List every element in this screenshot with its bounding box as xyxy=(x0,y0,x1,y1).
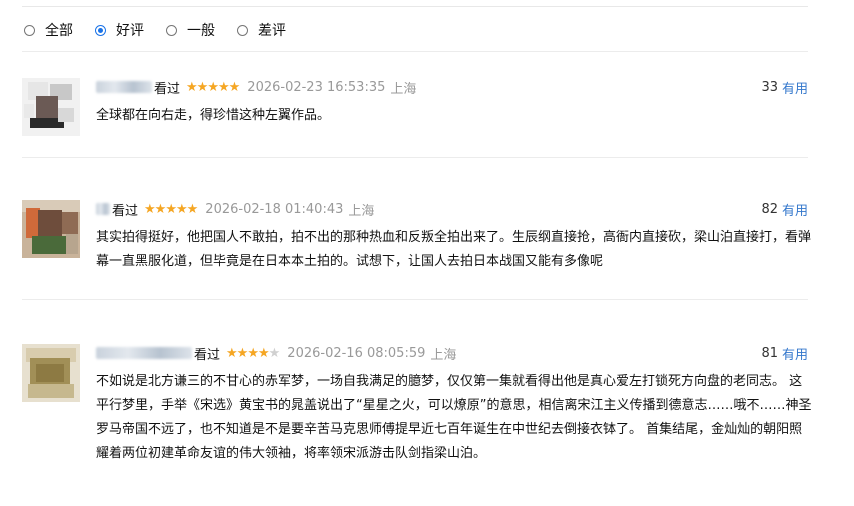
useful-button[interactable]: 有用 xyxy=(782,78,808,97)
comment-meta: 看过 ★★★★★ 2026-02-18 01:40:43 上海 xyxy=(96,200,375,219)
username-blurred[interactable] xyxy=(96,203,110,215)
useful-vote: 82 有用 xyxy=(761,200,808,219)
avatar[interactable] xyxy=(22,200,80,258)
filter-negative[interactable]: 差评 xyxy=(237,20,286,40)
useful-button[interactable]: 有用 xyxy=(782,200,808,219)
filter-neutral-label: 一般 xyxy=(187,23,215,39)
avatar[interactable] xyxy=(22,344,80,402)
useful-vote: 81 有用 xyxy=(761,344,808,363)
radio-icon[interactable] xyxy=(24,24,35,36)
filter-positive-label: 好评 xyxy=(116,23,144,39)
useful-button[interactable]: 有用 xyxy=(782,344,808,363)
useful-count: 81 xyxy=(761,345,778,361)
comment-meta: 看过 ★★★★★ 2026-02-23 16:53:35 上海 xyxy=(96,78,417,97)
filter-neutral[interactable]: 一般 xyxy=(166,20,215,40)
comment-location: 上海 xyxy=(430,347,457,363)
watched-label: 看过 xyxy=(194,347,221,363)
top-divider xyxy=(22,6,808,7)
useful-count: 33 xyxy=(761,79,778,95)
useful-vote: 33 有用 xyxy=(761,78,808,97)
rating-stars: ★★★★★ xyxy=(226,345,280,361)
divider xyxy=(22,157,808,158)
radio-icon[interactable] xyxy=(166,24,177,36)
comment-meta: 看过 ★★★★★ 2026-02-16 08:05:59 上海 xyxy=(96,344,457,363)
divider xyxy=(22,51,808,52)
avatar[interactable] xyxy=(22,78,80,136)
username-blurred[interactable] xyxy=(96,347,192,359)
comment-text: 其实拍得挺好，他把国人不敢拍，拍不出的那种热血和反叛全拍出来了。生辰纲直接抢，高… xyxy=(96,230,812,269)
filter-negative-label: 差评 xyxy=(258,23,286,39)
avatar-image xyxy=(22,200,80,258)
username-blurred[interactable] xyxy=(96,81,152,93)
comment-location: 上海 xyxy=(390,81,417,97)
filter-all[interactable]: 全部 xyxy=(24,20,73,40)
rating-stars: ★★★★★ xyxy=(186,79,240,95)
useful-count: 82 xyxy=(761,201,778,217)
comment-time: 2026-02-23 16:53:35 xyxy=(247,79,386,95)
comment-location: 上海 xyxy=(348,203,375,219)
filter-positive[interactable]: 好评 xyxy=(95,20,144,40)
avatar-image xyxy=(22,344,80,402)
comment-text: 不如说是北方谦三的不甘心的赤军梦，一场自我满足的臆梦，仅仅第一集就看得出他是真心… xyxy=(96,374,812,461)
rating-filter-group: 全部 好评 一般 差评 xyxy=(24,19,308,41)
watched-label: 看过 xyxy=(154,81,181,97)
rating-stars: ★★★★★ xyxy=(144,201,198,217)
comment-time: 2026-02-18 01:40:43 xyxy=(205,201,344,217)
filter-all-label: 全部 xyxy=(45,23,73,39)
divider xyxy=(22,299,808,300)
radio-icon[interactable] xyxy=(237,24,248,36)
comment-time: 2026-02-16 08:05:59 xyxy=(287,345,426,361)
watched-label: 看过 xyxy=(112,203,139,219)
comment-text: 全球都在向右走，得珍惜这种左翼作品。 xyxy=(96,108,331,123)
radio-checked-icon[interactable] xyxy=(95,24,106,36)
avatar-image xyxy=(22,78,80,136)
